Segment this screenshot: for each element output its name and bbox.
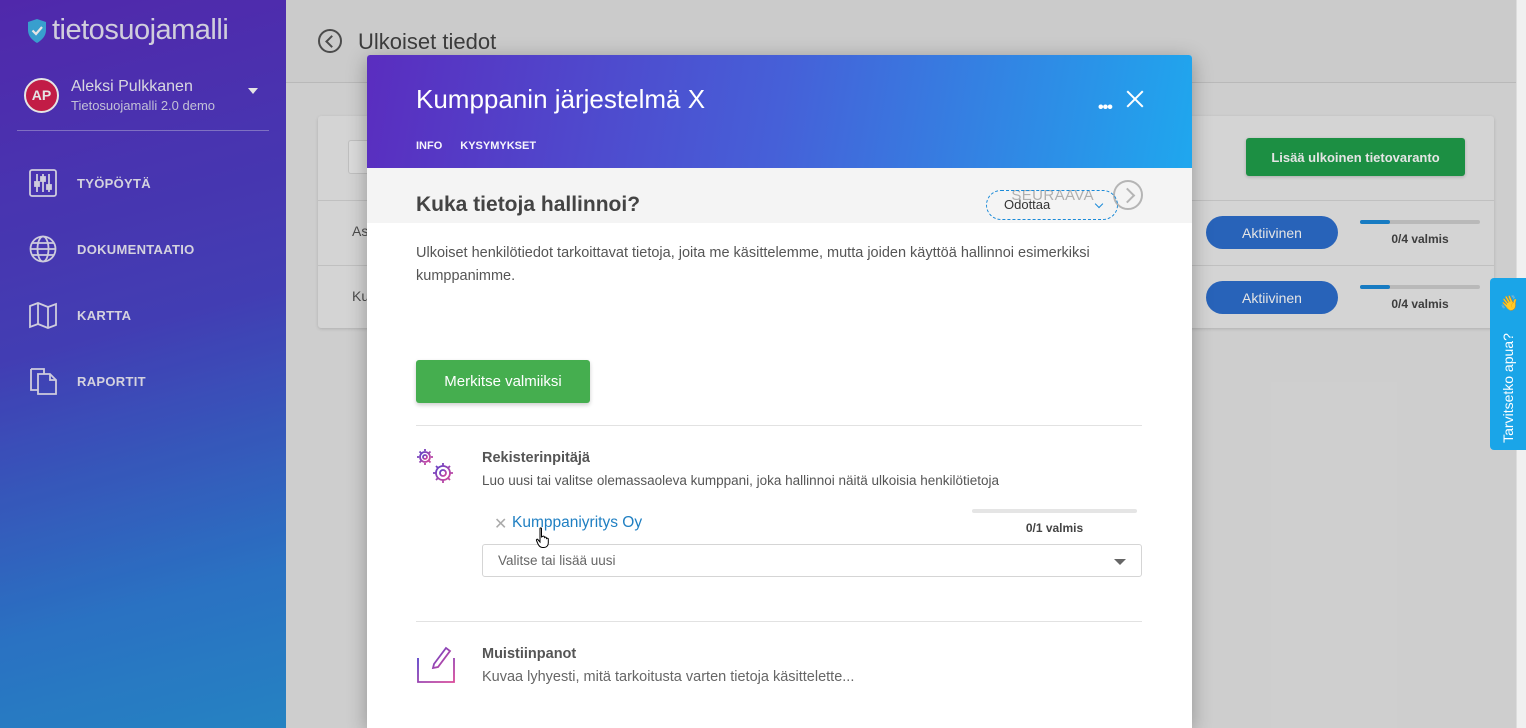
close-icon[interactable] bbox=[1126, 90, 1144, 108]
help-tab[interactable]: 👋 Tarvitsetko apua? bbox=[1490, 278, 1526, 450]
tab-info[interactable]: INFO bbox=[416, 140, 442, 152]
notes-title: Muistiinpanot bbox=[482, 646, 577, 662]
caret-down-icon bbox=[1114, 559, 1126, 565]
partner-progress: 0/1 valmis bbox=[972, 509, 1137, 535]
question-description: Ulkoiset henkilötiedot tarkoittavat tiet… bbox=[416, 245, 1090, 284]
more-options-icon[interactable]: ••• bbox=[1098, 99, 1113, 117]
mark-done-button[interactable]: Merkitse valmiiksi bbox=[416, 360, 590, 403]
partner-link[interactable]: Kumppaniyritys Oy bbox=[512, 514, 642, 532]
modal-tabs: INFO KYSYMYKSET bbox=[416, 140, 554, 152]
controller-title: Rekisterinpitäjä bbox=[482, 450, 590, 466]
modal-header: Kumppanin järjestelmä X ••• INFO KYSYMYK… bbox=[367, 55, 1192, 168]
gears-icon bbox=[417, 449, 453, 483]
chevron-down-icon bbox=[1094, 199, 1104, 209]
wave-icon: 👋 bbox=[1500, 295, 1519, 312]
divider bbox=[416, 621, 1142, 622]
modal: Kumppanin järjestelmä X ••• INFO KYSYMYK… bbox=[367, 55, 1192, 728]
notes-input[interactable]: Kuvaa lyhyesti, mitä tarkoitusta varten … bbox=[482, 669, 854, 685]
modal-title: Kumppanin järjestelmä X bbox=[416, 84, 706, 114]
status-value: Odottaa bbox=[1004, 197, 1051, 212]
help-tab-label: Tarvitsetko apua? bbox=[1500, 333, 1516, 443]
partner-select-placeholder: Valitse tai lisää uusi bbox=[498, 553, 616, 568]
question-title: Kuka tietoja hallinnoi? bbox=[416, 193, 641, 216]
controller-description: Luo uusi tai valitse olemassaoleva kumpp… bbox=[482, 473, 1000, 488]
status-dropdown[interactable]: Odottaa bbox=[986, 190, 1118, 220]
divider bbox=[416, 425, 1142, 426]
partner-select[interactable]: Valitse tai lisää uusi bbox=[482, 544, 1142, 577]
progress-text: 0/1 valmis bbox=[1025, 521, 1084, 535]
hand-cursor-icon bbox=[535, 527, 549, 548]
notes-icon bbox=[417, 646, 455, 683]
tab-kysymykset[interactable]: KYSYMYKSET bbox=[460, 140, 536, 152]
remove-icon[interactable]: ✕ bbox=[494, 514, 507, 534]
